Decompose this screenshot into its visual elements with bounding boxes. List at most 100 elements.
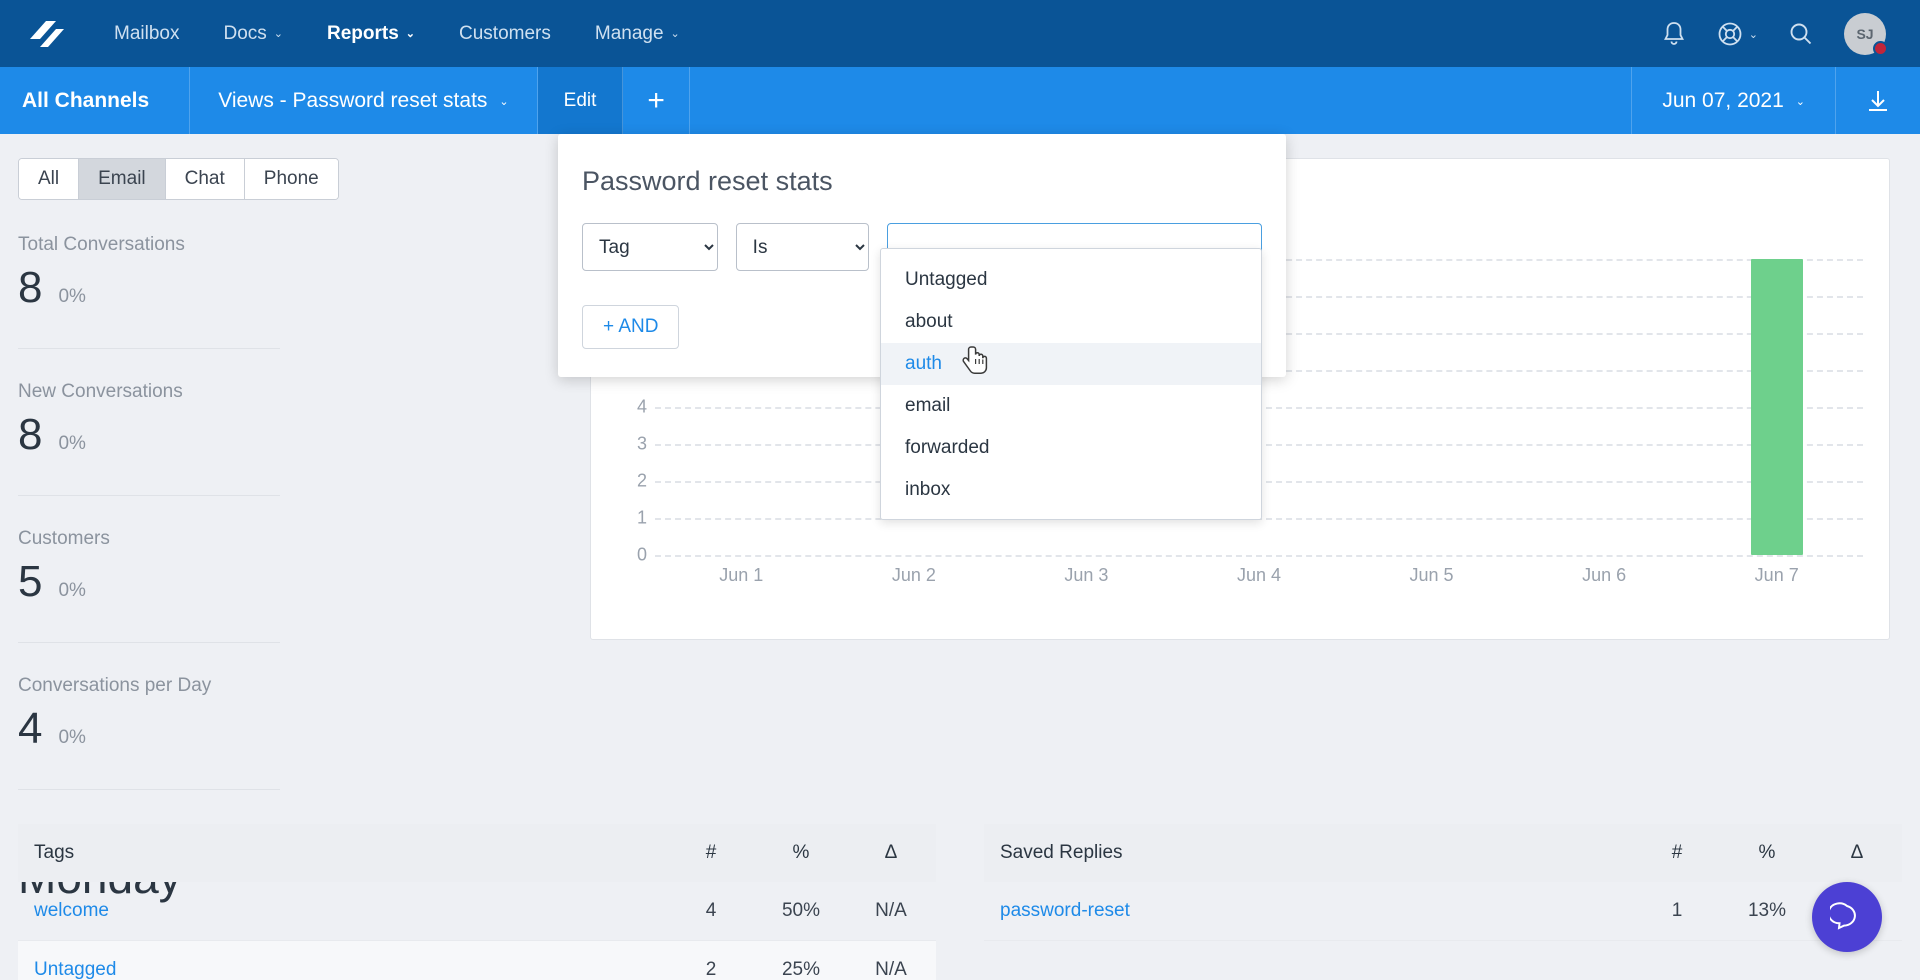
cell-name: password-reset [984,882,1632,941]
divider [18,642,280,643]
nav-label: Customers [459,23,551,44]
dropdown-option-about[interactable]: about [881,301,1261,343]
filter-operator-select[interactable]: IsIs not [735,223,870,271]
view-selector[interactable]: Views - Password reset stats ⌄ [190,67,538,134]
nav-label: Mailbox [114,23,180,44]
filter-field-select[interactable]: TagMailboxCustomerAssigneeStatusFolder [582,223,718,271]
chevron-down-icon: ⌄ [670,28,680,40]
y-axis-tick-label: 4 [636,396,647,417]
stat-value: 4 [18,704,43,753]
table-header-row: Saved Replies # % Δ [984,824,1902,882]
dropdown-option-forwarded[interactable]: forwarded [881,427,1261,469]
nav-item-customers[interactable]: Customers [437,0,573,67]
x-axis-tick-label: Jun 1 [719,565,764,585]
stat-new-conversations: New Conversations 8 0% [18,381,303,528]
lifering-help-icon[interactable]: ⌄ [1717,21,1758,47]
cell-percent: 50% [756,882,846,941]
nav-label: Docs [223,23,267,44]
col-header-delta[interactable]: Δ [846,824,936,882]
segment-all[interactable]: All [19,159,80,199]
col-header-saved-replies[interactable]: Saved Replies [984,824,1632,882]
y-axis-tick-label: 0 [636,544,647,565]
col-header-tags[interactable]: Tags [18,824,666,882]
chart-gridline [655,555,1863,557]
primary-nav-links: Mailbox Docs ⌄ Reports ⌄ Customers Manag… [92,0,702,67]
stat-label: Conversations per Day [18,675,212,696]
segment-phone[interactable]: Phone [244,159,338,199]
cell-count: 4 [666,882,756,941]
chart-bar[interactable] [1750,259,1803,555]
row-link[interactable]: Untagged [34,959,116,980]
stat-label: Total Conversations [18,234,185,255]
nav-label: Reports [327,23,399,44]
view-label: Views - Password reset stats [218,88,488,112]
y-axis-tick-label: 3 [636,433,647,454]
nav-item-docs[interactable]: Docs ⌄ [201,0,305,67]
x-axis-tick-label: Jun 7 [1754,565,1799,585]
cell-delta: N/A [846,940,936,980]
avatar[interactable]: SJ [1844,12,1888,56]
table-row: Untagged 2 25% N/A [18,940,936,980]
col-header-count[interactable]: # [666,824,756,882]
stat-value: 5 [18,557,43,606]
date-range-picker[interactable]: Jun 07, 2021 ⌄ [1631,67,1835,134]
edit-label: Edit [563,89,597,111]
modal-title: Password reset stats [582,166,833,196]
x-axis-tick-label: Jun 3 [1064,565,1109,585]
x-axis-tick-label: Jun 2 [891,565,936,585]
col-header-delta[interactable]: Δ [1812,824,1902,882]
stat-delta: 0% [58,433,86,454]
helpscout-logo-icon[interactable] [26,17,66,51]
segment-label: Chat [184,168,225,189]
date-label: Jun 07, 2021 [1662,88,1784,112]
avatar-initials: SJ [1856,25,1874,42]
y-axis-tick-label: 1 [636,507,647,528]
col-header-count[interactable]: # [1632,824,1722,882]
dropdown-option-untagged[interactable]: Untagged [881,259,1261,301]
search-icon[interactable] [1788,21,1814,47]
add-view-button[interactable]: + [623,67,690,134]
stat-delta: 0% [58,286,86,307]
nav-item-manage[interactable]: Manage ⌄ [573,0,702,67]
dropdown-option-inbox[interactable]: inbox [881,469,1261,511]
table-row: password-reset113%N/A [984,882,1902,941]
tables-row: Tags # % Δ welcome 4 50% N/A Untagged 2 25% N/A… [0,824,1920,980]
dropdown-option-auth[interactable]: auth [881,343,1261,385]
chevron-down-icon: ⌄ [273,28,283,40]
table-header-row: Tags # % Δ [18,824,936,882]
stat-label: Customers [18,528,110,549]
metrics-panel: All Email Chat Phone Total Conversations… [0,134,590,938]
stat-customers: Customers 5 0% [18,528,303,675]
divider [18,348,280,349]
segment-chat[interactable]: Chat [165,159,245,199]
chevron-down-icon: ⌄ [405,28,416,40]
segment-label: All [38,168,60,189]
edit-view-button[interactable]: Edit [537,67,624,134]
col-header-percent[interactable]: % [1722,824,1812,882]
stat-total-conversations: Total Conversations 8 0% [18,234,303,381]
avatar-status-dot [1873,40,1888,56]
nav-label: Manage [594,23,664,44]
segment-email[interactable]: Email [79,159,166,199]
stat-conversations-per-day: Conversations per Day 4 0% [18,675,303,822]
tags-table: Tags # % Δ welcome 4 50% N/A Untagged 2 25% N/A… [18,824,936,980]
stat-delta: 0% [58,580,86,601]
x-axis-tick-label: Jun 6 [1582,565,1627,585]
top-navigation-bar: Mailbox Docs ⌄ Reports ⌄ Customers Manag… [0,0,1920,67]
download-icon[interactable] [1835,67,1920,134]
notification-bell-icon[interactable] [1661,20,1687,48]
toolbar-right: Jun 07, 2021 ⌄ [1631,67,1920,134]
nav-item-mailbox[interactable]: Mailbox [92,0,201,67]
nav-item-reports[interactable]: Reports ⌄ [305,0,437,67]
col-header-percent[interactable]: % [756,824,846,882]
dropdown-option-email[interactable]: email [881,385,1261,427]
table-row: welcome 4 50% N/A [18,882,936,941]
add-and-condition-button[interactable]: + AND [582,305,680,349]
tag-options-dropdown: Untagged about auth email forwarded inbox [880,248,1262,520]
channel-segmented-control: All Email Chat Phone [18,158,339,200]
row-link[interactable]: password-reset [1000,900,1130,921]
row-link[interactable]: welcome [34,900,109,921]
stat-value: 8 [18,263,43,312]
help-chat-bubble-button[interactable] [1812,882,1882,952]
segment-label: Email [98,168,146,189]
